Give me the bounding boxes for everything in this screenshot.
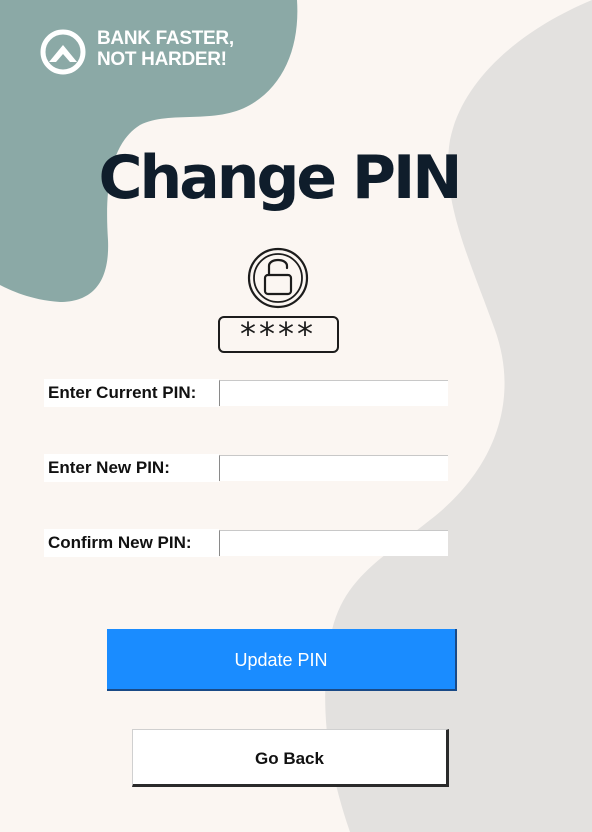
- new-pin-label: Enter New PIN:: [44, 454, 219, 482]
- new-pin-input[interactable]: [219, 455, 448, 481]
- gray-blob: [325, 0, 592, 832]
- background-shapes: [0, 0, 592, 832]
- confirm-pin-label: Confirm New PIN:: [44, 529, 219, 557]
- current-pin-label: Enter Current PIN:: [44, 379, 219, 407]
- page-title: Change PIN: [98, 143, 463, 213]
- current-pin-input[interactable]: [219, 380, 448, 406]
- brand-tagline: BANK FASTER, NOT HARDER!: [97, 28, 234, 70]
- go-back-button[interactable]: Go Back: [132, 729, 449, 787]
- brand-logo-block: BANK FASTER, NOT HARDER!: [39, 28, 269, 78]
- brand-tagline-line2: NOT HARDER!: [97, 49, 227, 70]
- masked-pin-text: ****: [240, 315, 316, 353]
- update-pin-button[interactable]: Update PIN: [107, 629, 457, 691]
- masked-pin-box: ****: [218, 315, 339, 353]
- brand-tagline-line1: BANK FASTER,: [97, 28, 234, 49]
- mountain-logo-icon: [40, 29, 86, 75]
- pin-illustration: ****: [218, 247, 339, 353]
- confirm-pin-input[interactable]: [219, 530, 448, 556]
- unlocked-padlock-icon: [247, 247, 309, 309]
